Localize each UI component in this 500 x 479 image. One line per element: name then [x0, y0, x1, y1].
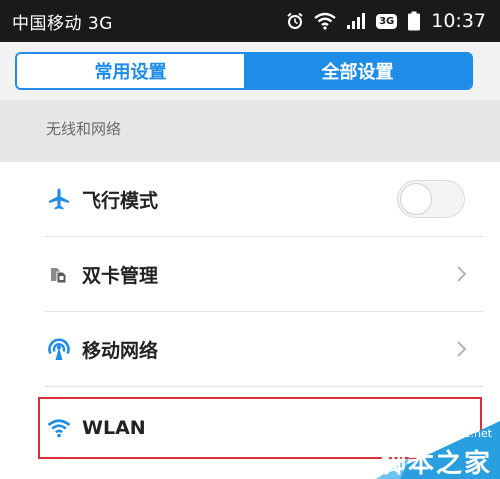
airplane-icon: [46, 186, 72, 212]
wifi-icon: [46, 415, 72, 441]
mobile-network-icon: [46, 336, 72, 362]
battery-icon: [407, 11, 421, 31]
tab-common-settings[interactable]: 常用设置: [17, 54, 244, 88]
alarm-icon: [286, 12, 304, 30]
site-watermark: jb51.net 脚本之家: [340, 407, 500, 479]
status-bar: 中国移动 3G 3G 10:37: [0, 0, 500, 42]
carrier-label: 中国移动 3G: [12, 13, 113, 34]
setting-row-airplane-mode[interactable]: 飞行模式: [0, 162, 500, 236]
chevron-right-icon: [456, 265, 468, 283]
signal-icon: [346, 12, 366, 30]
setting-row-dual-sim[interactable]: 双卡管理: [0, 237, 500, 311]
airplane-mode-toggle[interactable]: [397, 180, 465, 218]
settings-tab-switcher: 常用设置 全部设置: [15, 52, 473, 90]
section-header-wireless: 无线和网络: [0, 100, 500, 162]
watermark-brand: 脚本之家: [379, 449, 492, 479]
status-icons: 3G 10:37: [286, 10, 486, 32]
network-type-badge: 3G: [376, 13, 398, 29]
watermark-site: jb51.net: [446, 427, 492, 440]
chevron-right-icon: [456, 340, 468, 358]
setting-label-mobile-network: 移动网络: [82, 339, 159, 362]
tab-all-settings[interactable]: 全部设置: [244, 54, 471, 88]
setting-label-dual-sim: 双卡管理: [82, 264, 159, 287]
dual-sim-icon: [46, 261, 72, 287]
setting-label-airplane-mode: 飞行模式: [82, 189, 159, 212]
settings-tabs-header: 常用设置 全部设置: [0, 42, 500, 100]
setting-label-wlan: WLAN: [82, 417, 146, 439]
clock: 10:37: [431, 10, 486, 32]
phone-screen: 中国移动 3G 3G 10:37 常用设置 全部设置 无线和网络 飞行模式 双卡…: [0, 0, 500, 479]
divider: [44, 386, 484, 387]
toggle-knob: [400, 183, 432, 215]
setting-row-mobile-network[interactable]: 移动网络: [0, 312, 500, 386]
wifi-icon: [314, 12, 336, 30]
